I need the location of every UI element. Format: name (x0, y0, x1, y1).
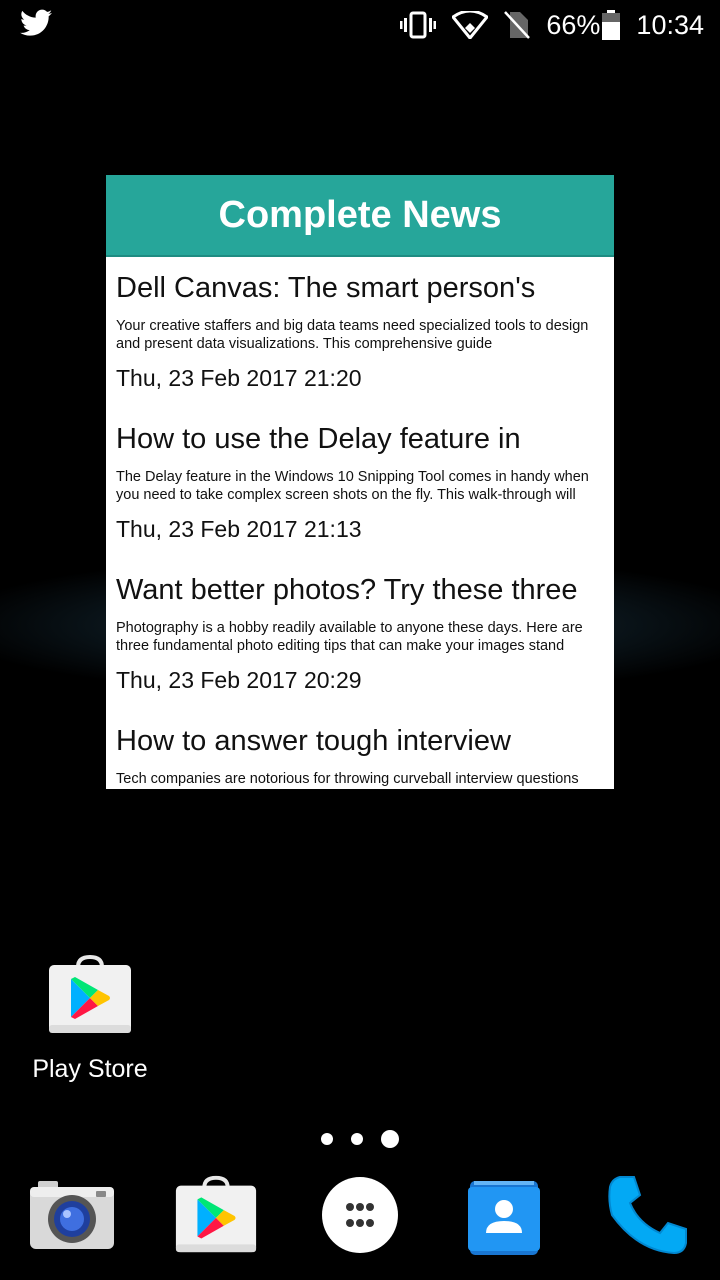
no-sim-icon (504, 10, 531, 40)
contacts-icon[interactable] (459, 1170, 549, 1260)
news-widget[interactable]: Complete News Dell Canvas: The smart per… (106, 175, 614, 789)
camera-icon[interactable] (27, 1170, 117, 1260)
news-headline: How to use the Delay feature in (116, 423, 521, 455)
page-indicator (0, 1130, 720, 1148)
news-item[interactable]: How to answer tough interview Tech compa… (116, 710, 604, 789)
wifi-icon (452, 11, 489, 39)
desktop-app-play-store[interactable]: Play Store (30, 954, 150, 1084)
news-date: Thu, 23 Feb 2017 21:20 (116, 365, 362, 391)
news-summary: Tech companies are notorious for throwin… (116, 771, 579, 787)
news-item[interactable]: Dell Canvas: The smart person's Your cre… (116, 257, 604, 408)
page-dot-active (381, 1130, 399, 1148)
widget-header[interactable]: Complete News (106, 175, 614, 257)
news-summary: The Delay feature in the Windows 10 Snip… (116, 469, 589, 503)
news-summary: Your creative staffers and big data team… (116, 318, 589, 352)
widget-title: Complete News (218, 193, 502, 236)
news-item[interactable]: Want better photos? Try these three Phot… (116, 559, 604, 710)
phone-icon[interactable] (603, 1170, 693, 1260)
vibrate-icon (400, 11, 437, 39)
news-date: Thu, 23 Feb 2017 20:29 (116, 667, 362, 693)
news-list[interactable]: Dell Canvas: The smart person's Your cre… (106, 257, 614, 789)
page-dot (351, 1133, 363, 1145)
news-headline: How to answer tough interview (116, 725, 511, 757)
news-item[interactable]: How to use the Delay feature in The Dela… (116, 408, 604, 559)
dock (0, 1170, 720, 1270)
page-dot (321, 1133, 333, 1145)
status-bar: 66% 10:34 (0, 0, 720, 50)
news-headline: Dell Canvas: The smart person's (116, 272, 536, 304)
clock: 10:34 (636, 9, 704, 40)
play-store-icon[interactable] (171, 1170, 261, 1260)
app-label: Play Store (32, 1055, 148, 1083)
news-summary: Photography is a hobby readily available… (116, 620, 583, 654)
news-date: Thu, 23 Feb 2017 21:13 (116, 516, 362, 542)
app-drawer-icon[interactable] (315, 1170, 405, 1260)
battery-icon (602, 10, 621, 40)
twitter-icon (20, 9, 52, 37)
play-store-icon[interactable] (45, 954, 135, 1035)
battery-percent: 66% (546, 9, 601, 40)
news-headline: Want better photos? Try these three (116, 574, 578, 606)
